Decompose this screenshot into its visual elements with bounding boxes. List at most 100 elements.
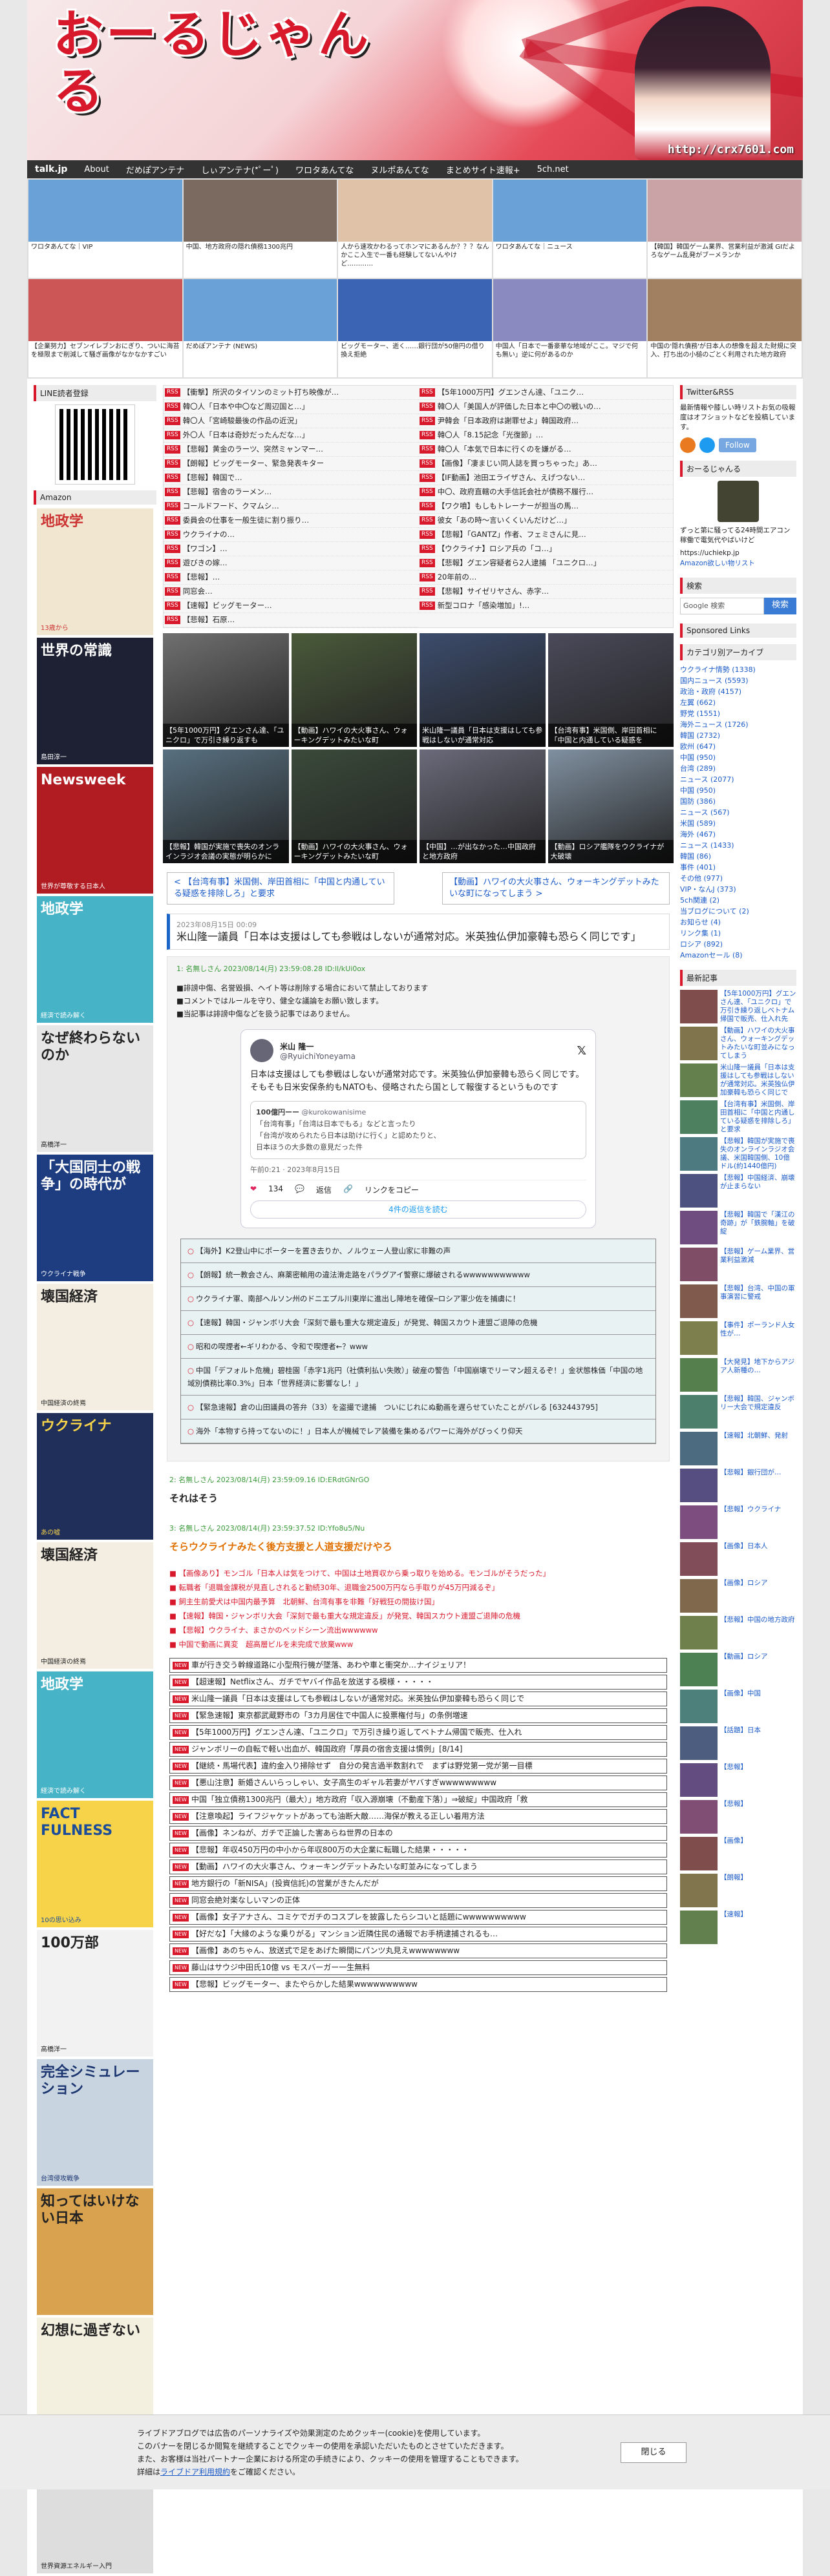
recent-item[interactable]: 【悲報】韓国、ジャンボリー大会で規定違反: [680, 1395, 796, 1429]
rss-item[interactable]: RSS 韓〇人「日本や中〇など周辺国と…」: [164, 400, 418, 414]
antenna-tile[interactable]: 人から速攻かわるってホンマにあるんか？？？なんかここ入生で一番も経験してないんや…: [338, 180, 492, 278]
category-item[interactable]: 当ブログについて (2): [680, 906, 796, 917]
amazon-book[interactable]: なぜ終わらないのか 高橋洋一: [37, 1025, 153, 1152]
rss-item-text[interactable]: 韓〇人「本気で日本に行くのを嫌がる…: [438, 445, 571, 454]
recent-title[interactable]: 【悲報】韓国で「漢江の奇跡」が「鉄腕軸」を破綻: [720, 1211, 796, 1244]
picture-link[interactable]: 【動画】ハワイの大火事さん、ウォーキングデットみたいな町: [291, 749, 417, 863]
nav-item[interactable]: 5ch.net: [537, 165, 569, 174]
category-item[interactable]: 野党 (1551): [680, 708, 796, 719]
boxed-link[interactable]: NEW 【動画】ハワイの大火事さん、ウォーキングデットみたいな町並みになってしまう: [169, 1859, 667, 1874]
boxed-text[interactable]: 【5年1000万円】グエンさん達、「ユニクロ」で万引き繰り返してベトナム帰国で販…: [191, 1728, 522, 1737]
nav-item[interactable]: About: [84, 165, 109, 174]
recent-thumb[interactable]: [680, 1358, 718, 1392]
boxed-text[interactable]: 【悲報】年収450万円の中小から年収800万の大企業に転職した結果・・・・・: [191, 1845, 469, 1854]
antenna-caption[interactable]: だめぽアンテナ (NEWS): [184, 341, 337, 352]
boxed-link[interactable]: NEW 【超速報】Netflixさん、ガチでヤバイ作品を放送する模様・・・・・: [169, 1675, 667, 1690]
rss-item-text[interactable]: 彼女「あの時〜言いくくいんだけど…」: [438, 516, 571, 525]
antenna-thumb[interactable]: [338, 279, 492, 341]
boxed-link[interactable]: NEW 【注意喚起】ライフジャケットがあっても油断大敵……海保が教える正しい着用方…: [169, 1809, 667, 1824]
boxed-text[interactable]: 【悲報】ビッグモーター、またやらかした結果wwwwwwwwww: [191, 1980, 418, 1989]
rss-item[interactable]: RSS 【悲報】グエン容疑者ら2人逮捕 「ユニクロ…」: [418, 556, 673, 571]
copy-link-label[interactable]: リンクをコピー: [365, 1184, 419, 1195]
rss-item[interactable]: RSS 韓〇人「8.15記念「光復節」…: [418, 428, 673, 443]
antenna-tile[interactable]: 【韓国】韓国ゲーム業界、営業利益が激減 GIだよろなゲーム乱発がブーメランか: [648, 180, 802, 278]
rss-item[interactable]: RSS 韓〇人「宮崎駿最後の作品の近況」: [164, 414, 418, 428]
cookie-close-button[interactable]: 閉じる: [621, 2442, 686, 2463]
highlight-text[interactable]: 転職者「退職金課税が見直しされると勤続30年、退職金2500万円なら手取りが45…: [179, 1583, 500, 1592]
picture-link[interactable]: 【中国】…が出なかった…中国政府と地方政府: [420, 749, 546, 863]
quoted-tweet[interactable]: 100億円ーー @kurokowanisime 「台湾有事」「台湾は日本でもる」…: [250, 1101, 586, 1159]
recent-thumb[interactable]: [680, 1211, 718, 1244]
site-logo[interactable]: おーるじゃんる: [53, 6, 389, 120]
antenna-tile[interactable]: 中国の'隠れ債務'が日本人の想像を超えた財規に突入、打ち出の小槌のごとく利用され…: [648, 279, 802, 377]
recent-thumb[interactable]: [680, 1690, 718, 1723]
recent-item[interactable]: 【動画】ハワイの大火事さん、ウォーキングデットみたいな町並みになってしまう: [680, 1027, 796, 1060]
boxed-link[interactable]: NEW 同窓会絶対楽なしいマンの正体: [169, 1893, 667, 1908]
rss-item-text[interactable]: 韓〇人「美国人が評価した日本と中〇の戦いの…: [438, 402, 601, 411]
read-replies-button[interactable]: 4件の返信を読む: [250, 1200, 586, 1219]
picture-caption[interactable]: 【動画】ロシア艦隊をウクライナが大破壊: [548, 840, 674, 863]
x-logo-icon[interactable]: 𝕏: [577, 1044, 586, 1058]
category-item[interactable]: 海外 (467): [680, 829, 796, 840]
rss-item-text[interactable]: 【衝撃】所沢のタイソンのミット打ち映像が…: [183, 388, 339, 397]
rss-item[interactable]: RSS 同窓会…: [164, 585, 418, 599]
highlight-link[interactable]: ■ 【悲報】ウクライナ、まさかのベッドシーン流出wwwwww: [169, 1623, 667, 1637]
related-text[interactable]: 【速報】韓国・ジャンボリ大会「深刻で最も重大な規定違反」が発覚、韓国スカウト連盟…: [196, 1318, 537, 1327]
antenna-thumb[interactable]: [648, 279, 802, 341]
nav-item[interactable]: ヌルポあんてな: [370, 163, 429, 176]
boxed-link[interactable]: NEW 【画像】女子アナさん、コミケでガチのコスプレを披露したらシコいと話題にww…: [169, 1910, 667, 1925]
recent-item[interactable]: 【悲報】韓国が実施で喪失のオンラインラジオ会議、米国韓国側、10億ドル(約144…: [680, 1137, 796, 1171]
amazon-book[interactable]: 地政学 経済で読み解く: [37, 1671, 153, 1798]
link-icon[interactable]: 🔗: [343, 1184, 353, 1195]
boxed-text[interactable]: 【好だな】「大縁のような乗りがる」マンション近隣住民の通報でお手柄逮捕されるも…: [191, 1929, 498, 1938]
recent-title[interactable]: 【悲報】中国の地方政府: [720, 1616, 795, 1649]
recent-thumb[interactable]: [680, 1653, 718, 1686]
related-text[interactable]: 【緊急速報】倉の山田議員の答弁（33）を盗撮で逮捕 ついにじれにぬ動画を遅らせて…: [196, 1403, 598, 1412]
rss-item[interactable]: RSS ウクライナの…: [164, 528, 418, 542]
antenna-thumb[interactable]: [28, 180, 182, 242]
rss-item-text[interactable]: 【悲報】…: [183, 572, 220, 581]
line-qr-code[interactable]: [55, 404, 135, 485]
antenna-caption[interactable]: ワロタあんてな｜VIP: [28, 242, 182, 253]
rss-item-text[interactable]: 【悲報】韓国で…: [183, 473, 242, 482]
category-item[interactable]: 政治・政府 (4157): [680, 686, 796, 697]
related-item[interactable]: ○ 海外「本物すら持ってないのに！」日本人が機械でレア装備を集めるパワーに海外がび…: [181, 1419, 655, 1443]
rss-item-text[interactable]: 【IF動画】池田エライザさん、えげつない…: [438, 473, 586, 482]
category-item[interactable]: リンク集 (1): [680, 928, 796, 939]
antenna-tile[interactable]: ワロタあんてな｜ニュース: [493, 180, 647, 278]
boxed-link[interactable]: NEW 【5年1000万円】グエンさん達、「ユニクロ」で万引き繰り返してベトナム帰…: [169, 1725, 667, 1740]
boxed-text[interactable]: 地方銀行の「新NISA」(投資信託)の営業がきたんだが: [191, 1879, 379, 1888]
recent-title[interactable]: 【悲報】中国経済、崩壊が止まらない: [720, 1174, 796, 1208]
category-item[interactable]: ニュース (1433): [680, 840, 796, 851]
antenna-thumb[interactable]: [493, 279, 647, 341]
category-item[interactable]: Amazonセール (8): [680, 950, 796, 961]
recent-title[interactable]: 【悲報】ウクライナ: [720, 1505, 781, 1539]
rss-item[interactable]: RSS 【速報】ビッグモーター…: [164, 599, 418, 613]
picture-caption[interactable]: 【悲報】韓国が実施で喪失のオンラインラジオ会議の実態が明らかに: [163, 840, 289, 863]
follow-button[interactable]: Follow: [719, 438, 756, 452]
boxed-text[interactable]: 【画像】女子アナさん、コミケでガチのコスプレを披露したらシコいと話題にwwwww…: [191, 1912, 526, 1922]
boxed-link[interactable]: NEW 【継続・馬場代表】違約金入り掃除せず 自分の発言過半数割れで まずは野党第…: [169, 1759, 667, 1774]
rss-item[interactable]: RSS 【ウクライナ】ロシア兵の「コ…」: [418, 542, 673, 556]
rss-item-text[interactable]: 外〇人「日本は奇妙だったんだな…」: [183, 430, 310, 439]
boxed-link[interactable]: NEW 米山隆一議員「日本は支援はしても参戦はしないが通常対応。米英独仏伊加豪韓も…: [169, 1691, 667, 1706]
rss-item-text[interactable]: 遊びきの嫁…: [183, 558, 228, 567]
category-item[interactable]: 事件 (401): [680, 862, 796, 873]
recent-thumb[interactable]: [680, 1100, 718, 1134]
recent-title[interactable]: 【悲報】: [720, 1763, 747, 1797]
antenna-caption[interactable]: 【企業努力】セブンイレブンおにぎり、ついに海苔を極限まで削減して騒ぎ画像がなかな…: [28, 341, 182, 361]
category-item[interactable]: ウクライナ情勢 (1338): [680, 664, 796, 675]
recent-title[interactable]: 【悲報】ゲーム業界、営業利益激減: [720, 1248, 796, 1281]
highlight-link[interactable]: ■ 【速報】韓国・ジャンボリ大会「深刻で最も重大な規定違反」が発覚、韓国スカウト…: [169, 1609, 667, 1623]
amazon-book[interactable]: 世界の常識 島田淳一: [37, 638, 153, 764]
boxed-link[interactable]: NEW 【画像】あのちゃん、放送式で足をあげた瞬間にパンツ丸見えwwwwwwww: [169, 1943, 667, 1958]
antenna-caption[interactable]: 中国人「日本で一番豪華な地域がここ。マジで何も無い」逆に何があるのか: [493, 341, 647, 361]
nav-item[interactable]: だめぽアンテナ: [126, 163, 184, 176]
picture-caption[interactable]: 【台湾有事】米国側、岸田首相に「中国と内通している疑惑を: [548, 724, 674, 747]
rss-item[interactable]: RSS 【悲報】黄金のラーツ、突然ミャンマー…: [164, 443, 418, 457]
highlight-text[interactable]: 【画像あり】モンゴル「日本人は気をつけて、中国は土地買収から乗っ取りを始める。モ…: [179, 1569, 550, 1578]
category-item[interactable]: 5ch関連 (2): [680, 895, 796, 906]
heart-icon[interactable]: ❤: [250, 1184, 257, 1195]
category-item[interactable]: 国防 (386): [680, 796, 796, 807]
recent-thumb[interactable]: [680, 1027, 718, 1060]
